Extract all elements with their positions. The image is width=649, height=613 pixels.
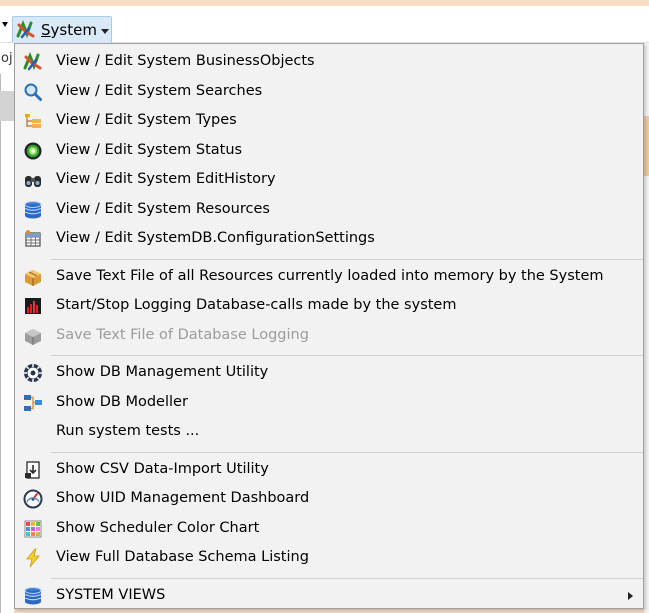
type-tree-icon — [23, 111, 43, 131]
menu-item-show-db-management-utility[interactable]: Show DB Management Utility — [15, 359, 643, 388]
modeller-icon — [23, 393, 43, 413]
menu-item-show-csv-data-import-utility[interactable]: Show CSV Data-Import Utility — [15, 456, 643, 485]
menu-item-view-edit-systemdb-configurationsettings[interactable]: View / Edit SystemDB.ConfigurationSettin… — [15, 225, 643, 254]
menu-item-label: Show CSV Data-Import Utility — [56, 460, 269, 477]
menu-item-label: View / Edit System Status — [56, 141, 243, 158]
background-text-fragment: oj — [1, 51, 13, 66]
settings-table-icon — [23, 229, 43, 249]
dashboard-gauge-icon — [23, 489, 43, 509]
menu-item-show-scheduler-color-chart[interactable]: Show Scheduler Color Chart — [15, 515, 643, 544]
menu-item-view-edit-system-edithistory[interactable]: View / Edit System EditHistory — [15, 166, 643, 195]
menu-item-label: View / Edit System Searches — [56, 82, 263, 99]
menu-item-label: Save Text File of Database Logging — [56, 326, 309, 343]
menu-item-label: SYSTEM VIEWS — [56, 586, 166, 603]
background-band — [0, 91, 14, 121]
business-objects-icon — [23, 52, 43, 72]
menu-item-label: View / Edit System Resources — [56, 200, 270, 217]
binoculars-icon — [23, 170, 43, 190]
menu-separator — [51, 577, 643, 579]
system-menu-button[interactable]: System — [12, 16, 112, 44]
menu-separator — [51, 355, 643, 356]
menu-item-label: View / Edit System BusinessObjects — [56, 53, 315, 69]
menu-item-view-full-database-schema-listing[interactable]: View Full Database Schema Listing — [15, 544, 643, 573]
system-dropdown-menu: View / Edit System BusinessObjects View /… — [14, 43, 644, 609]
database-icon — [23, 200, 43, 220]
menu-item-label: Show Scheduler Color Chart — [56, 519, 260, 536]
menu-item-system-views[interactable]: SYSTEM VIEWS — [15, 582, 643, 611]
menu-item-label: Start/Stop Logging Database-calls made b… — [56, 297, 457, 313]
status-target-icon — [23, 141, 43, 161]
magnifier-icon — [23, 82, 43, 102]
menu-item-label: Show DB Modeller — [56, 393, 188, 410]
submenu-arrow-icon — [628, 591, 633, 600]
menu-item-label: Run system tests ... — [56, 423, 200, 439]
menu-item-view-edit-system-businessobjects[interactable]: View / Edit System BusinessObjects — [15, 48, 643, 77]
menu-item-label: Save Text File of all Resources currentl… — [56, 267, 604, 284]
system-menu-label: System — [41, 21, 97, 39]
menu-item-label: View / Edit System Types — [56, 112, 237, 128]
lightning-icon — [23, 548, 43, 568]
box-icon — [23, 267, 43, 287]
menu-item-show-db-modeller[interactable]: Show DB Modeller — [15, 389, 643, 418]
menu-item-label: View Full Database Schema Listing — [56, 549, 309, 565]
grey-box-icon — [23, 326, 43, 346]
menu-item-run-system-tests[interactable]: Run system tests ... — [15, 418, 643, 447]
menu-bar: System — [0, 6, 649, 44]
menu-item-show-uid-management-dashboard[interactable]: Show UID Management Dashboard — [15, 485, 643, 514]
menu-item-label: Show DB Management Utility — [56, 364, 269, 380]
import-icon — [23, 460, 43, 480]
menu-item-label: View / Edit System EditHistory — [56, 171, 276, 187]
menu-item-save-text-file-of-database-logging: Save Text File of Database Logging — [15, 322, 643, 351]
bar-chart-icon — [23, 296, 43, 316]
menu-item-save-text-file-of-all-resources-currently-loaded-into-memory-by-the-system[interactable]: Save Text File of all Resources currentl… — [15, 263, 643, 292]
menu-item-label: Show UID Management Dashboard — [56, 490, 310, 506]
menu-separator — [51, 451, 643, 453]
chevron-down-icon — [100, 28, 109, 34]
business-objects-icon — [16, 20, 36, 40]
dropdown-arrow-icon[interactable] — [2, 22, 8, 27]
menu-item-view-edit-system-types[interactable]: View / Edit System Types — [15, 107, 643, 136]
background-panel: oj — [0, 43, 14, 613]
database-icon — [23, 586, 43, 606]
color-grid-icon — [23, 519, 43, 539]
menu-separator — [51, 258, 643, 260]
gear-icon — [23, 363, 43, 383]
menu-item-view-edit-system-resources[interactable]: View / Edit System Resources — [15, 196, 643, 225]
menu-item-view-edit-system-searches[interactable]: View / Edit System Searches — [15, 78, 643, 107]
background-band-accent — [644, 116, 649, 176]
menu-item-start-stop-logging-database-calls-made-by-the-system[interactable]: Start/Stop Logging Database-calls made b… — [15, 292, 643, 321]
menu-item-label: View / Edit SystemDB.ConfigurationSettin… — [56, 230, 375, 246]
menu-item-view-edit-system-status[interactable]: View / Edit System Status — [15, 137, 643, 166]
background-edge — [644, 43, 649, 613]
panel-border — [0, 74, 1, 613]
